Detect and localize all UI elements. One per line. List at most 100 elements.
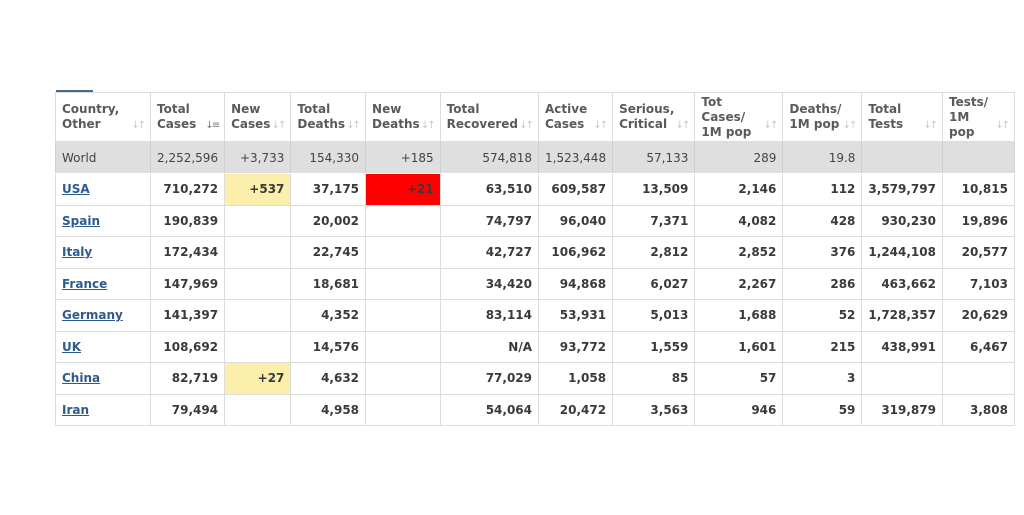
cell-country: China [55, 362, 151, 395]
cell-new-cases [224, 236, 292, 269]
cell-deaths-per-1m: 52 [782, 299, 863, 332]
cell-active-cases: 20,472 [537, 393, 614, 426]
sort-arrows-icon[interactable]: ↓↑ [676, 118, 691, 133]
cell-total-cases: 172,434 [149, 236, 226, 269]
column-header-tests-per-1m[interactable]: Tests/ 1M pop ↓↑ [941, 92, 1015, 142]
cell-total-tests [861, 141, 943, 174]
sort-descending-icon[interactable]: ↓≡ [205, 118, 220, 133]
cell-tests-per-1m: 20,629 [941, 299, 1015, 332]
cell-deaths-per-1m: 3 [782, 362, 863, 395]
cell-tests-per-1m: 20,577 [941, 236, 1015, 269]
country-link[interactable]: Italy [62, 245, 92, 259]
cell-active-cases: 94,868 [537, 267, 614, 300]
country-row: Italy 172,434 22,745 42,727 106,962 2,812 2,85… [55, 236, 1015, 269]
column-header-total-deaths[interactable]: Total Deaths ↓↑ [290, 92, 367, 142]
cell-new-deaths [365, 393, 441, 426]
cell-new-cases [224, 330, 292, 363]
table-body: World 2,252,596 +3,733 154,330 +185 574,818 1,… [55, 141, 1015, 426]
sort-arrows-icon[interactable]: ↓↑ [519, 118, 534, 133]
column-header-new-cases[interactable]: New Cases ↓↑ [224, 92, 292, 142]
column-header-cases-per-1m[interactable]: Tot Cases/ 1M pop ↓↑ [694, 92, 784, 142]
cell-active-cases: 106,962 [537, 236, 614, 269]
cell-cases-per-1m: 57 [694, 362, 784, 395]
cell-serious-critical: 1,559 [612, 330, 696, 363]
country-link[interactable]: France [62, 277, 107, 291]
cell-active-cases: 53,931 [537, 299, 614, 332]
cell-new-deaths [365, 330, 441, 363]
cell-total-deaths: 4,352 [290, 299, 367, 332]
cell-tests-per-1m: 3,808 [941, 393, 1015, 426]
country-link[interactable]: Spain [62, 214, 100, 228]
cell-country: UK [55, 330, 151, 363]
cell-deaths-per-1m: 19.8 [782, 141, 863, 174]
country-link[interactable]: USA [62, 182, 90, 196]
country-link[interactable]: UK [62, 340, 81, 354]
cell-new-cases [224, 204, 292, 237]
country-row: Spain 190,839 20,002 74,797 96,040 7,371 4,082… [55, 204, 1015, 237]
column-header-total-recovered[interactable]: Total Recovered ↓↑ [439, 92, 540, 142]
cell-new-cases [224, 393, 292, 426]
column-header-active-cases[interactable]: Active Cases ↓↑ [537, 92, 614, 142]
cell-tests-per-1m: 7,103 [941, 267, 1015, 300]
cell-deaths-per-1m: 215 [782, 330, 863, 363]
cell-active-cases: 93,772 [537, 330, 614, 363]
cell-total-cases: 147,969 [149, 267, 226, 300]
country-row: Germany 141,397 4,352 83,114 53,931 5,013 1,68… [55, 299, 1015, 332]
cell-new-cases: +3,733 [224, 141, 292, 174]
cell-total-tests: 3,579,797 [861, 173, 943, 206]
country-row: UK 108,692 14,576 N/A 93,772 1,559 1,601 215 438… [55, 330, 1015, 363]
sort-arrows-icon[interactable]: ↓↑ [593, 118, 608, 133]
cell-serious-critical: 6,027 [612, 267, 696, 300]
cell-country: Italy [55, 236, 151, 269]
column-header-deaths-per-1m[interactable]: Deaths/ 1M pop ↓↑ [782, 92, 863, 142]
country-link[interactable]: China [62, 371, 100, 385]
column-header-serious-critical[interactable]: Serious, Critical ↓↑ [612, 92, 696, 142]
cell-serious-critical: 3,563 [612, 393, 696, 426]
cell-deaths-per-1m: 59 [782, 393, 863, 426]
cell-active-cases: 609,587 [537, 173, 614, 206]
cell-total-cases: 710,272 [149, 173, 226, 206]
column-header-new-deaths[interactable]: New Deaths ↓↑ [365, 92, 441, 142]
sort-arrows-icon[interactable]: ↓↑ [421, 118, 436, 133]
cell-cases-per-1m: 2,852 [694, 236, 784, 269]
cell-serious-critical: 85 [612, 362, 696, 395]
cell-country: Iran [55, 393, 151, 426]
cell-total-cases: 190,839 [149, 204, 226, 237]
cell-total-tests: 319,879 [861, 393, 943, 426]
column-header-total-tests[interactable]: Total Tests ↓↑ [861, 92, 943, 142]
cell-tests-per-1m [941, 362, 1015, 395]
cell-cases-per-1m: 2,146 [694, 173, 784, 206]
sort-arrows-icon[interactable]: ↓↑ [131, 118, 146, 133]
sort-arrows-icon[interactable]: ↓↑ [923, 118, 938, 133]
cell-serious-critical: 7,371 [612, 204, 696, 237]
cell-cases-per-1m: 1,601 [694, 330, 784, 363]
cell-country: USA [55, 173, 151, 206]
column-header-total-cases[interactable]: Total Cases ↓≡ [149, 92, 226, 142]
cell-total-cases: 82,719 [149, 362, 226, 395]
sort-arrows-icon[interactable]: ↓↑ [843, 118, 858, 133]
sort-arrows-icon[interactable]: ↓↑ [272, 118, 287, 133]
cell-active-cases: 96,040 [537, 204, 614, 237]
cell-cases-per-1m: 2,267 [694, 267, 784, 300]
cell-tests-per-1m: 6,467 [941, 330, 1015, 363]
column-header-country[interactable]: Country, Other ↓↑ [55, 92, 151, 142]
cell-new-cases: +537 [224, 173, 292, 206]
cell-deaths-per-1m: 112 [782, 173, 863, 206]
cell-total-deaths: 4,958 [290, 393, 367, 426]
cell-tests-per-1m: 19,896 [941, 204, 1015, 237]
cell-country: World [55, 141, 151, 174]
sort-arrows-icon[interactable]: ↓↑ [346, 118, 361, 133]
country-row: Iran 79,494 4,958 54,064 20,472 3,563 946 59 319… [55, 393, 1015, 426]
cell-new-deaths [365, 299, 441, 332]
country-link[interactable]: Iran [62, 403, 89, 417]
cell-new-cases [224, 299, 292, 332]
country-link[interactable]: Germany [62, 308, 123, 322]
cell-total-tests [861, 362, 943, 395]
cell-total-cases: 108,692 [149, 330, 226, 363]
sort-arrows-icon[interactable]: ↓↑ [995, 118, 1010, 133]
cell-new-cases [224, 267, 292, 300]
cell-total-deaths: 154,330 [290, 141, 367, 174]
sort-arrows-icon[interactable]: ↓↑ [764, 118, 779, 133]
cell-country: France [55, 267, 151, 300]
cell-active-cases: 1,058 [537, 362, 614, 395]
